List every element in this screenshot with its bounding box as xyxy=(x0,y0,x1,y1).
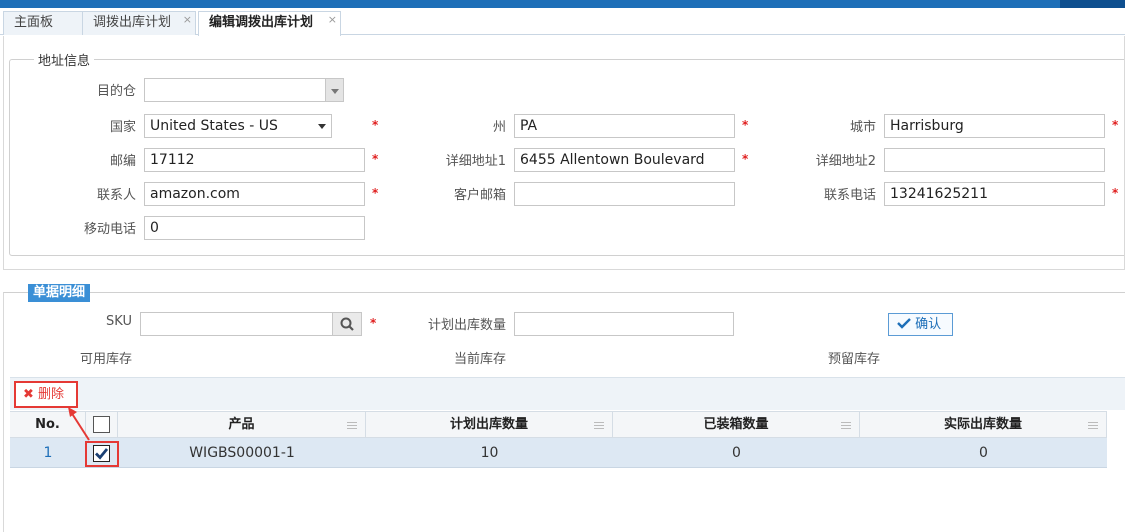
contact-label: 联系人 xyxy=(96,188,136,203)
grid-header: No. 产品 计划出库数量 已装箱数量 实际出库数量 xyxy=(10,411,1107,438)
column-header-actual-qty[interactable]: 实际出库数量 xyxy=(860,412,1107,438)
address1-input[interactable]: 6455 Allentown Boulevard xyxy=(514,148,735,172)
warehouse-label: 目的仓 xyxy=(96,84,136,99)
sku-search-button[interactable] xyxy=(332,312,362,336)
column-header-planned-qty[interactable]: 计划出库数量 xyxy=(366,412,613,438)
country-value: United States - US xyxy=(150,118,278,134)
column-menu-icon[interactable] xyxy=(347,422,357,429)
column-header-product[interactable]: 产品 xyxy=(118,412,366,438)
chevron-down-icon xyxy=(318,124,326,129)
packed-qty-cell: 0 xyxy=(732,445,741,461)
column-header-label: 实际出库数量 xyxy=(943,417,1022,432)
banner-corner xyxy=(1060,0,1125,8)
tab-bar: 主面板 调拨出库计划 × 编辑调拨出库计划 × xyxy=(0,8,1125,36)
column-header-label: 产品 xyxy=(228,417,255,432)
table-row[interactable]: 1 WIGBS00001-1 10 0 0 xyxy=(10,438,1107,468)
required-mark: * xyxy=(742,118,749,132)
select-all-checkbox[interactable] xyxy=(93,416,110,433)
tab-label: 调拨出库计划 xyxy=(93,15,172,30)
contact-input[interactable]: amazon.com xyxy=(144,182,365,206)
column-header-label: 计划出库数量 xyxy=(449,417,528,432)
address2-label: 详细地址2 xyxy=(815,154,876,169)
zip-input[interactable]: 17112 xyxy=(144,148,365,172)
checkbox-highlight xyxy=(85,441,119,467)
sku-label: SKU xyxy=(106,314,132,329)
planned-qty-label: 计划出库数量 xyxy=(427,318,506,333)
confirm-label: 确认 xyxy=(915,317,942,332)
address1-label: 详细地址1 xyxy=(445,154,506,169)
mobile-input[interactable]: 0 xyxy=(144,216,365,240)
reserved-stock-label: 预留库存 xyxy=(827,352,880,367)
column-menu-icon[interactable] xyxy=(841,422,851,429)
address-legend: 地址信息 xyxy=(38,54,91,69)
column-menu-icon[interactable] xyxy=(594,422,604,429)
state-input[interactable]: PA xyxy=(514,114,735,138)
phone-label: 联系电话 xyxy=(823,188,876,203)
warehouse-combo[interactable] xyxy=(144,78,344,102)
check-icon xyxy=(897,318,911,329)
email-input[interactable] xyxy=(514,182,735,206)
required-mark: * xyxy=(1112,186,1119,200)
column-header-label: 已装箱数量 xyxy=(703,417,769,432)
top-banner xyxy=(0,0,1125,8)
required-mark: * xyxy=(372,186,379,200)
delete-label: 删除 xyxy=(38,387,65,402)
address2-input[interactable] xyxy=(884,148,1105,172)
required-mark: * xyxy=(372,152,379,166)
state-label: 州 xyxy=(492,120,506,135)
zip-label: 邮编 xyxy=(109,154,136,169)
column-header-label: No. xyxy=(35,417,60,432)
mobile-label: 移动电话 xyxy=(83,222,136,237)
city-label: 城市 xyxy=(849,120,876,135)
close-icon: ✖ xyxy=(23,387,34,402)
tab-label: 编辑调拨出库计划 xyxy=(209,15,314,30)
column-menu-icon[interactable] xyxy=(1088,422,1098,429)
required-mark: * xyxy=(1112,118,1119,132)
sku-input[interactable] xyxy=(140,312,335,336)
search-icon xyxy=(340,317,354,331)
required-mark: * xyxy=(742,152,749,166)
annotation-arrow-icon xyxy=(68,407,90,441)
close-icon[interactable]: × xyxy=(328,9,337,31)
details-title: 单据明细 xyxy=(28,284,91,302)
current-stock-label: 当前库存 xyxy=(453,352,506,367)
grid-toolbar: ✖ 删除 xyxy=(10,377,1125,410)
city-input[interactable]: Harrisburg xyxy=(884,114,1105,138)
tab-edit-transfer-plan[interactable]: 编辑调拨出库计划 × xyxy=(198,11,341,36)
confirm-button[interactable]: 确认 xyxy=(888,313,953,336)
planned-qty-cell: 10 xyxy=(480,445,499,461)
chevron-down-icon xyxy=(331,89,339,94)
phone-input[interactable]: 13241625211 xyxy=(884,182,1105,206)
tab-dashboard[interactable]: 主面板 xyxy=(3,11,83,35)
country-label: 国家 xyxy=(109,120,136,135)
required-mark: * xyxy=(372,118,379,132)
close-icon[interactable]: × xyxy=(183,9,192,31)
combo-dropdown-button[interactable] xyxy=(325,79,343,101)
actual-qty-cell: 0 xyxy=(979,445,988,461)
tab-transfer-plan[interactable]: 调拨出库计划 × xyxy=(82,11,196,35)
planned-qty-input[interactable] xyxy=(514,312,734,336)
product-cell: WIGBS00001-1 xyxy=(189,445,295,461)
tab-label: 主面板 xyxy=(14,15,54,30)
column-header-packed-qty[interactable]: 已装箱数量 xyxy=(613,412,860,438)
required-mark: * xyxy=(370,316,377,330)
available-stock-label: 可用库存 xyxy=(79,352,132,367)
email-label: 客户邮箱 xyxy=(453,188,506,203)
country-select[interactable]: United States - US xyxy=(144,114,332,138)
